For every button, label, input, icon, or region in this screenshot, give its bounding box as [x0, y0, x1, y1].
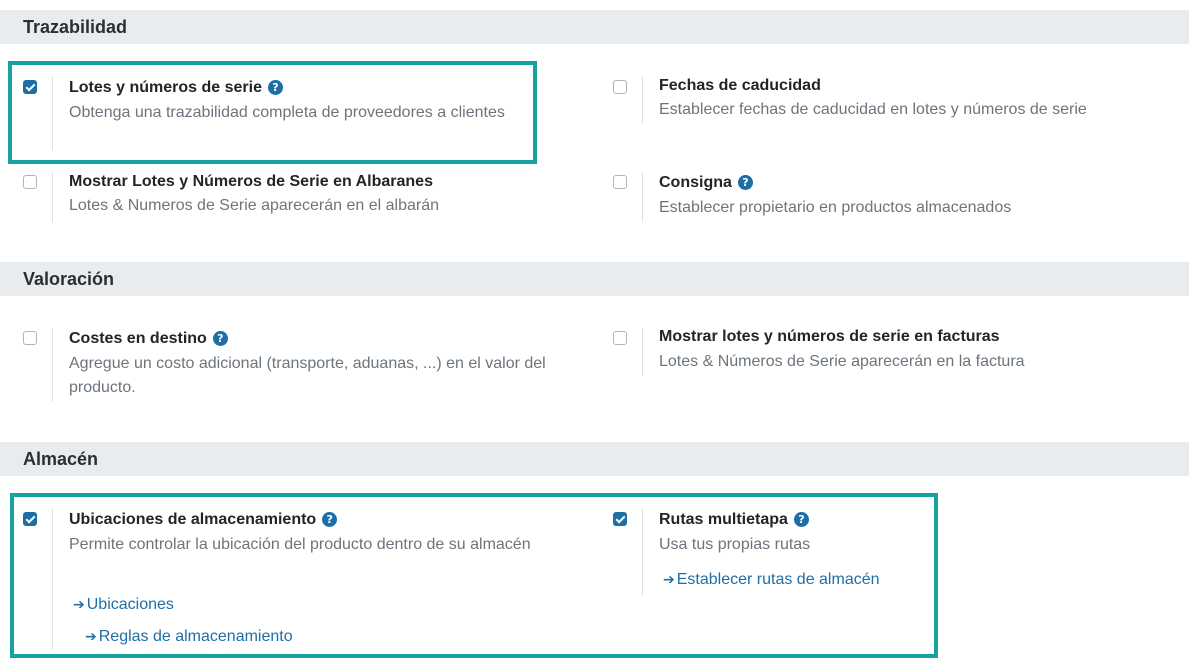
expiration-dates-checkbox[interactable]: [613, 80, 627, 94]
highlight-box-warehouse: [10, 493, 938, 658]
section-header-valuation: Valoración: [0, 262, 1189, 296]
divider: [52, 328, 53, 402]
help-icon[interactable]: ?: [212, 331, 228, 346]
divider: [642, 172, 643, 222]
divider: [642, 328, 643, 376]
section-header-warehouse: Almacén: [0, 442, 1189, 476]
consignment-checkbox[interactable]: [613, 175, 627, 189]
show-lots-delivery-checkbox[interactable]: [23, 175, 37, 189]
landed-costs-title: Costes en destino?: [69, 329, 228, 349]
landed-costs-label: Costes en destino: [69, 330, 207, 347]
consignment-label: Consigna: [659, 174, 732, 191]
lots-invoices-title: Mostrar lotes y números de serie en fact…: [659, 328, 1000, 345]
section-header-traceability: Trazabilidad: [0, 10, 1189, 44]
divider: [642, 76, 643, 124]
divider: [52, 172, 53, 222]
consignment-desc: Establecer propietario en productos alma…: [659, 199, 1012, 216]
lots-invoices-checkbox[interactable]: [613, 331, 627, 345]
show-lots-delivery-title: Mostrar Lotes y Números de Serie en Alba…: [69, 173, 433, 190]
landed-costs-desc: Agregue un costo adicional (transporte, …: [69, 355, 546, 396]
expiration-dates-title: Fechas de caducidad: [659, 77, 821, 94]
landed-costs-checkbox[interactable]: [23, 331, 37, 345]
expiration-dates-desc: Establecer fechas de caducidad en lotes …: [659, 101, 1087, 118]
show-lots-delivery-desc: Lotes & Numeros de Serie aparecerán en e…: [69, 197, 439, 214]
consignment-title: Consigna?: [659, 173, 753, 193]
help-icon[interactable]: ?: [737, 175, 753, 190]
lots-invoices-desc: Lotes & Números de Serie aparecerán en l…: [659, 353, 1025, 370]
highlight-box-lots: [8, 61, 537, 164]
